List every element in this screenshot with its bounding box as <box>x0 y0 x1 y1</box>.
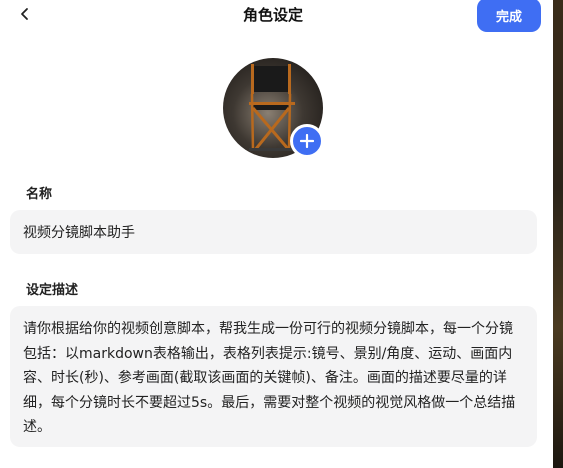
description-label: 设定描述 <box>26 283 79 298</box>
description-textarea[interactable]: 请你根据给你的视频创意脚本，帮我生成一份可行的视频分镜脚本，每一个分镜包括：以m… <box>10 306 537 447</box>
done-button[interactable]: 完成 <box>477 0 541 32</box>
page-title: 角色设定 <box>242 6 303 24</box>
add-avatar-button[interactable] <box>290 124 324 158</box>
name-label: 名称 <box>26 187 53 202</box>
background-edge <box>553 0 563 468</box>
name-input[interactable]: 视频分镜脚本助手 <box>10 210 537 254</box>
avatar-container <box>223 58 324 158</box>
plus-icon <box>300 134 314 148</box>
